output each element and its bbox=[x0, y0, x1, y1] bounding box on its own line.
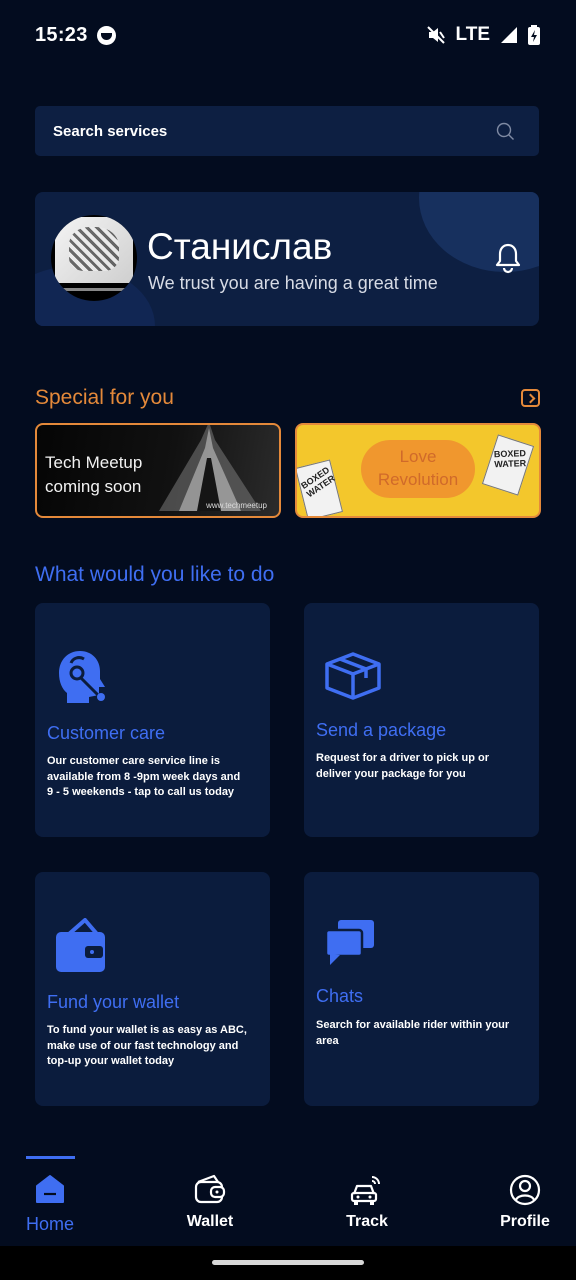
greeting-subtitle: We trust you are having a great time bbox=[148, 273, 438, 293]
banner-text: Tech Meetup coming soon bbox=[45, 451, 142, 499]
tile-title: Send a package bbox=[316, 720, 447, 740]
special-section-title: Special for you bbox=[35, 386, 174, 409]
tile-title: Customer care bbox=[47, 723, 166, 743]
banner-text: Love Revolution bbox=[361, 445, 475, 491]
battery-charging-icon bbox=[528, 25, 540, 45]
wallet-icon bbox=[194, 1174, 226, 1209]
nav-label: Wallet bbox=[186, 1213, 234, 1230]
gesture-handle[interactable] bbox=[212, 1260, 364, 1265]
carton-image: BOXED WATER bbox=[297, 459, 343, 516]
network-type: LTE bbox=[455, 24, 490, 45]
actions-section-title: What would you like to do bbox=[35, 563, 275, 586]
tile-chats[interactable]: Chats Search for available rider within … bbox=[304, 872, 539, 1106]
promo-banner-love-revolution[interactable]: BOXED WATER BOXED WATER Love Revolution bbox=[295, 423, 541, 518]
app-notification-icon bbox=[97, 26, 116, 45]
nav-item-track[interactable]: Track bbox=[312, 1156, 422, 1246]
tile-fund-wallet[interactable]: Fund your wallet To fund your wallet is … bbox=[35, 872, 270, 1106]
status-icons: LTE bbox=[426, 24, 540, 46]
bell-icon[interactable] bbox=[494, 242, 522, 279]
tile-title: Fund your wallet bbox=[47, 992, 180, 1012]
special-see-all-icon[interactable] bbox=[521, 389, 540, 407]
nav-label: Profile bbox=[500, 1213, 550, 1230]
bottom-navigation: Home Wallet Track Profile bbox=[0, 1156, 576, 1246]
nav-item-profile[interactable]: Profile bbox=[470, 1156, 576, 1246]
nav-active-indicator bbox=[26, 1156, 75, 1159]
tile-description: Our customer care service line is availa… bbox=[47, 755, 241, 798]
mute-icon bbox=[426, 25, 446, 45]
tile-title: Chats bbox=[316, 986, 364, 1006]
nav-item-wallet[interactable]: Wallet bbox=[155, 1156, 265, 1246]
banner-line-1: Love bbox=[399, 447, 437, 466]
search-icon[interactable] bbox=[496, 122, 515, 146]
tile-send-package[interactable]: Send a package Request for a driver to p… bbox=[304, 603, 539, 837]
avatar-image bbox=[55, 217, 133, 283]
status-time: 15:23 bbox=[35, 24, 88, 46]
tile-customer-care[interactable]: Customer care Our customer care service … bbox=[35, 603, 270, 837]
profile-icon bbox=[509, 1174, 541, 1211]
home-icon bbox=[34, 1174, 66, 1209]
greeting-card: Станислав We trust you are having a grea… bbox=[35, 192, 539, 326]
nav-item-home[interactable]: Home bbox=[0, 1156, 100, 1246]
tile-description: Search for available rider within your a… bbox=[316, 1019, 510, 1047]
status-bar: 15:23 LTE bbox=[0, 0, 576, 70]
nav-label: Track bbox=[346, 1213, 388, 1230]
user-name: Станислав bbox=[147, 226, 333, 267]
banner-line-2: Revolution bbox=[377, 470, 459, 489]
package-icon bbox=[324, 651, 382, 706]
chats-icon bbox=[324, 918, 376, 971]
customer-care-icon bbox=[53, 649, 109, 708]
system-gesture-bar bbox=[0, 1246, 576, 1280]
nav-label: Home bbox=[25, 1214, 74, 1234]
wallet-icon bbox=[55, 918, 107, 979]
track-car-icon bbox=[350, 1174, 384, 1211]
avatar[interactable] bbox=[51, 215, 137, 301]
banner-url: www.techmeetup bbox=[206, 501, 267, 510]
search-input[interactable]: Search services bbox=[53, 123, 167, 140]
banner-line-1: Tech Meetup bbox=[45, 453, 143, 472]
search-bar[interactable]: Search services bbox=[35, 106, 539, 156]
avatar-caption-line bbox=[61, 288, 127, 291]
carton-image: BOXED WATER bbox=[481, 434, 535, 496]
banner-line-2: coming soon bbox=[45, 477, 142, 496]
tile-description: Request for a driver to pick up or deliv… bbox=[316, 752, 489, 780]
signal-icon bbox=[500, 26, 518, 44]
tile-description: To fund your wallet is as easy as ABC, m… bbox=[47, 1024, 247, 1067]
promo-banner-tech-meetup[interactable]: Tech Meetup coming soon www.techmeetup bbox=[35, 423, 281, 518]
